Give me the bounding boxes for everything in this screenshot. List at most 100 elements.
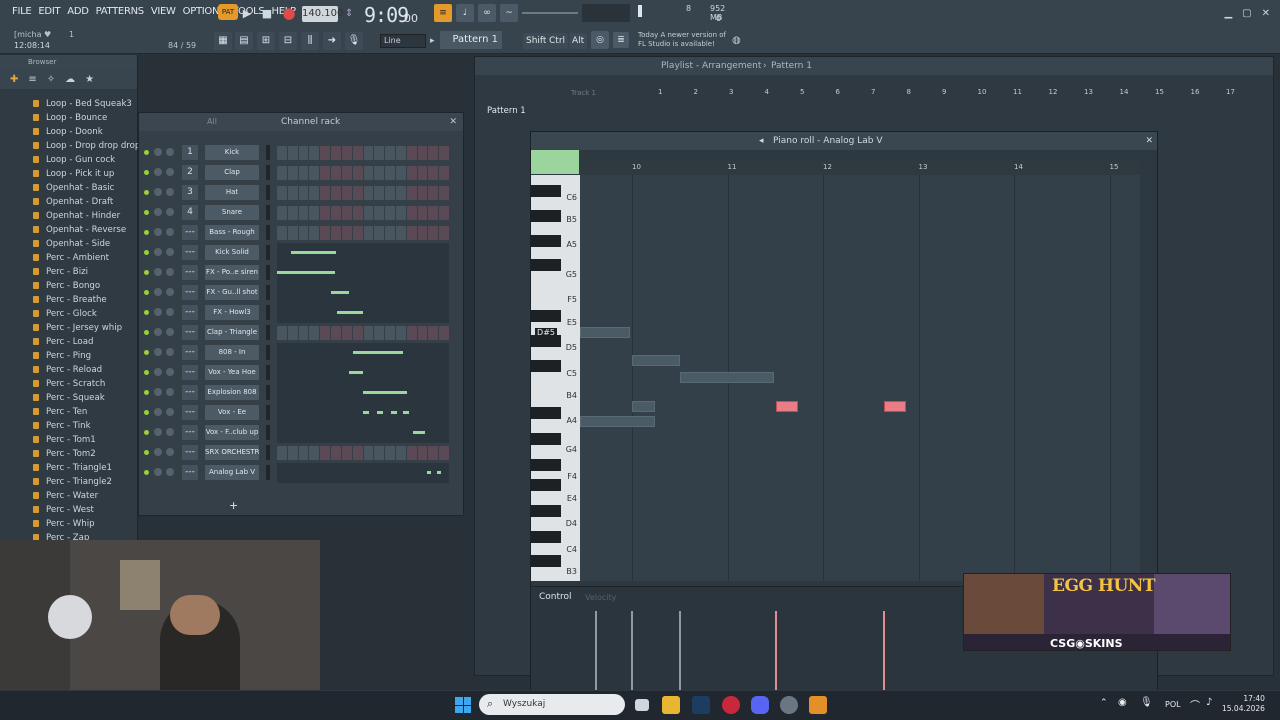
- browser-item[interactable]: Perc - Reload: [0, 363, 137, 377]
- step-button[interactable]: [352, 446, 363, 460]
- bar-number[interactable]: 11: [1013, 88, 1022, 96]
- step-sequencer[interactable]: [277, 146, 449, 160]
- step-sequencer[interactable]: [277, 206, 449, 220]
- channel-row[interactable]: --- FX - Po..e siren: [139, 263, 465, 283]
- step-button[interactable]: [341, 186, 352, 200]
- channel-led[interactable]: [144, 430, 149, 435]
- step-button[interactable]: [395, 146, 406, 160]
- black-key[interactable]: [531, 555, 561, 567]
- channel-mixer-track[interactable]: 3: [182, 185, 198, 200]
- channel-led[interactable]: [144, 330, 149, 335]
- channel-name-button[interactable]: Kick Solid: [205, 245, 259, 260]
- bar-number[interactable]: 14: [1014, 163, 1023, 171]
- bar-number[interactable]: 17: [1226, 88, 1235, 96]
- step-button[interactable]: [298, 326, 309, 340]
- black-key[interactable]: [531, 505, 561, 517]
- channel-name-button[interactable]: FX - Po..e siren: [205, 265, 259, 280]
- bar-number[interactable]: 15: [1155, 88, 1164, 96]
- browser-item[interactable]: Perc - Whip: [0, 517, 137, 531]
- channel-name-button[interactable]: Clap - Triangle: [205, 325, 259, 340]
- pan-knob[interactable]: [154, 268, 162, 276]
- volume-knob[interactable]: [166, 328, 174, 336]
- step-button[interactable]: [439, 166, 449, 180]
- channel-row[interactable]: 2 Clap: [139, 163, 465, 183]
- pan-knob[interactable]: [154, 248, 162, 256]
- pan-knob[interactable]: [154, 308, 162, 316]
- pan-knob[interactable]: [154, 368, 162, 376]
- channel-name-button[interactable]: Hat: [205, 185, 259, 200]
- step-button[interactable]: [298, 186, 309, 200]
- pattern-selector[interactable]: Pattern 1: [440, 31, 502, 49]
- channel-led[interactable]: [144, 350, 149, 355]
- browser-icon[interactable]: ⫼: [301, 32, 319, 50]
- step-button[interactable]: [341, 146, 352, 160]
- news-icon[interactable]: ≣: [613, 32, 629, 48]
- step-button[interactable]: [417, 166, 428, 180]
- volume-knob[interactable]: [166, 188, 174, 196]
- step-button[interactable]: [287, 446, 298, 460]
- channel-name-button[interactable]: Bass - Rough: [205, 225, 259, 240]
- step-button[interactable]: [417, 186, 428, 200]
- step-button[interactable]: [374, 146, 385, 160]
- velocity-bar[interactable]: [631, 611, 633, 691]
- bar-number[interactable]: 12: [1049, 88, 1058, 96]
- volume-knob[interactable]: [166, 408, 174, 416]
- channel-led[interactable]: [144, 410, 149, 415]
- step-button[interactable]: [287, 146, 298, 160]
- step-button[interactable]: [309, 166, 320, 180]
- plugin-icon[interactable]: ➜: [323, 32, 341, 50]
- task-view-icon[interactable]: [635, 699, 649, 711]
- step-button[interactable]: [374, 186, 385, 200]
- bar-number[interactable]: 2: [694, 88, 698, 96]
- step-button[interactable]: [363, 146, 374, 160]
- piano-roll-preview[interactable]: [277, 243, 449, 263]
- volume-knob[interactable]: [166, 388, 174, 396]
- selected-note[interactable]: [776, 401, 798, 412]
- browser-item[interactable]: Perc - Tom2: [0, 447, 137, 461]
- step-button[interactable]: [352, 186, 363, 200]
- channel-select-bar[interactable]: [266, 265, 270, 280]
- channel-select-bar[interactable]: [266, 145, 270, 160]
- browser-cloud-icon[interactable]: ☁: [65, 74, 75, 85]
- volume-knob[interactable]: [166, 428, 174, 436]
- step-button[interactable]: [309, 326, 320, 340]
- step-button[interactable]: [309, 146, 320, 160]
- channel-row[interactable]: --- Bass - Rough: [139, 223, 465, 243]
- browser-item[interactable]: Loop - Pick it up: [0, 167, 137, 181]
- bar-number[interactable]: 13: [1084, 88, 1093, 96]
- piano-roll-preview[interactable]: [277, 383, 449, 403]
- step-button[interactable]: [277, 146, 287, 160]
- step-button[interactable]: [277, 326, 287, 340]
- record-icon[interactable]: ●: [280, 5, 298, 21]
- channel-row[interactable]: --- Vox - F..club up: [139, 423, 465, 443]
- channel-led[interactable]: [144, 170, 149, 175]
- channel-select-bar[interactable]: [266, 285, 270, 300]
- browser-item[interactable]: Openhat - Basic: [0, 181, 137, 195]
- channel-led[interactable]: [144, 390, 149, 395]
- step-button[interactable]: [287, 206, 298, 220]
- step-button[interactable]: [417, 326, 428, 340]
- channel-select-bar[interactable]: [266, 425, 270, 440]
- channel-name-button[interactable]: Kick: [205, 145, 259, 160]
- browser-item[interactable]: Perc - Jersey whip: [0, 321, 137, 335]
- bar-number[interactable]: 7: [871, 88, 875, 96]
- tempo-arrows-icon[interactable]: ⇕: [345, 8, 353, 19]
- pan-knob[interactable]: [154, 348, 162, 356]
- channel-mixer-track[interactable]: 2: [182, 165, 198, 180]
- browser-star-icon[interactable]: ✧: [47, 74, 55, 85]
- fl-studio-icon[interactable]: [809, 696, 827, 714]
- channel-mixer-track[interactable]: ---: [182, 445, 198, 460]
- browser-item[interactable]: Perc - Bizi: [0, 265, 137, 279]
- channel-select-bar[interactable]: [266, 305, 270, 320]
- piano-roll-snap-tab[interactable]: [531, 150, 579, 174]
- play-icon[interactable]: ▶: [238, 6, 256, 22]
- channel-mixer-track[interactable]: 4: [182, 205, 198, 220]
- pan-knob[interactable]: [154, 468, 162, 476]
- channel-select-bar[interactable]: [266, 225, 270, 240]
- step-button[interactable]: [341, 226, 352, 240]
- channel-row[interactable]: --- Analog Lab V: [139, 463, 465, 483]
- step-button[interactable]: [395, 186, 406, 200]
- touch-icon[interactable]: ◎: [591, 31, 609, 49]
- steam-icon[interactable]: [692, 696, 710, 714]
- black-key[interactable]: [531, 531, 561, 543]
